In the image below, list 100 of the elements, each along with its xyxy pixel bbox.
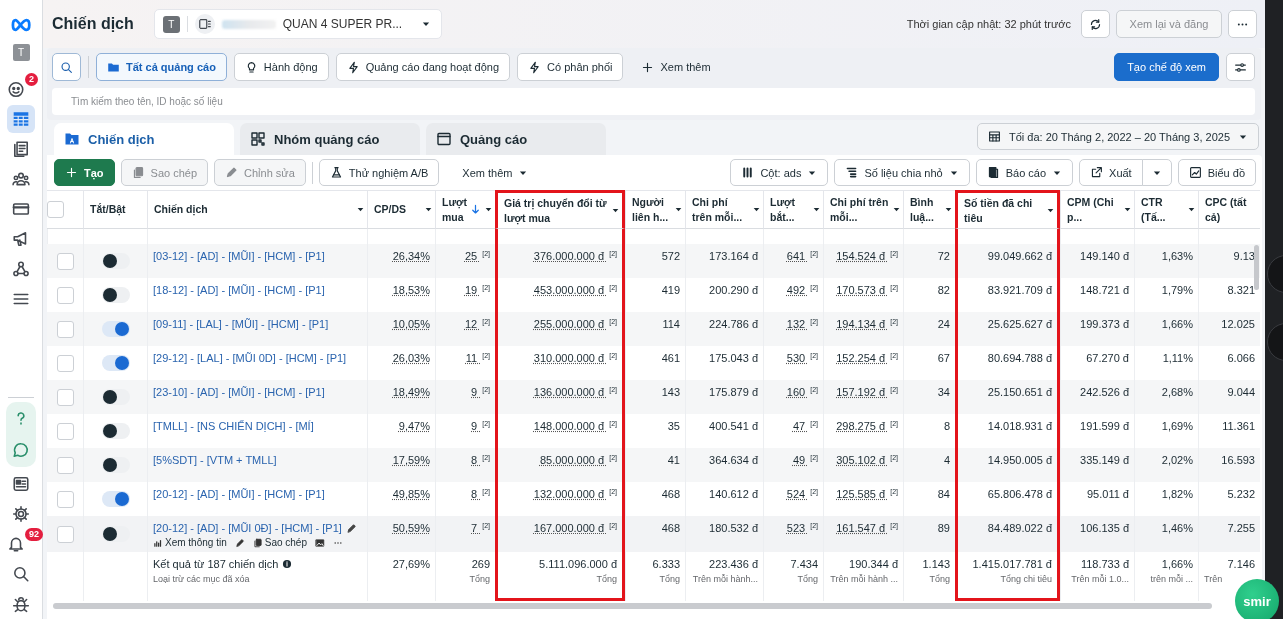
campaign-link[interactable]: [20-12] - [AD] - [MŨI 0Đ] - [HCM] - [P1]: [153, 522, 342, 534]
campaign-link[interactable]: [18-12] - [AD] - [MŨI] - [HCM] - [P1]: [153, 284, 325, 296]
table-cell: 175.879 đ: [709, 386, 758, 398]
date-range-button[interactable]: Tối đa: 20 Tháng 2, 2022 – 20 Tháng 3, 2025: [977, 123, 1259, 150]
table-cell: 468: [661, 522, 680, 534]
checkbox[interactable]: [56, 490, 74, 508]
columns-button[interactable]: Cột: ads: [730, 159, 829, 186]
table-cell: 364.634 đ: [709, 454, 758, 466]
toggle-switch[interactable]: [101, 491, 130, 507]
table-cell: 67: [937, 352, 950, 364]
pencil-icon[interactable]: [345, 522, 357, 534]
table-cell: 453.000.000 đ $^{[2]}$: [533, 284, 617, 296]
table-cell: 1,63%: [1161, 250, 1193, 262]
more-button[interactable]: Xem thêm: [451, 159, 540, 186]
checkbox[interactable]: [56, 286, 74, 304]
toggle-switch[interactable]: [101, 389, 130, 405]
total-label: Trên mỗi hành...: [691, 574, 758, 584]
table-cell: 524 $^{[2]}$: [786, 488, 818, 500]
search-icon: [60, 60, 73, 74]
table-icon[interactable]: [7, 105, 35, 133]
toggle-switch[interactable]: [101, 457, 130, 473]
chart-button[interactable]: Biểu đồ: [1177, 159, 1256, 186]
campaign-link[interactable]: [29-12] - [LAL] - [MŨI 0D] - [HCM] - [P1]: [153, 352, 347, 364]
caret-icon: [812, 205, 821, 214]
campaign-link[interactable]: [TMLL] - [NS CHIẾN DỊCH] - [MÍ]: [153, 420, 314, 432]
columns-icon: [741, 166, 755, 179]
checkbox[interactable]: [56, 354, 74, 372]
toggle-switch[interactable]: [101, 355, 130, 371]
toggle-switch[interactable]: [101, 321, 130, 337]
checkbox[interactable]: [56, 320, 74, 338]
campaign-link[interactable]: [5%SDT] - [VTM + TMLL]: [153, 454, 277, 466]
checkbox[interactable]: [56, 388, 74, 406]
checkbox[interactable]: [56, 525, 74, 543]
bell-icon[interactable]: [7, 535, 25, 553]
breakdown-button[interactable]: Số liệu chia nhỏ: [834, 159, 970, 186]
create-button[interactable]: Tạo: [54, 159, 115, 186]
table-cell: 9,47%: [398, 420, 430, 432]
caret-icon: [674, 205, 683, 214]
toggle-switch[interactable]: [101, 253, 130, 269]
table-cell: 72: [937, 250, 950, 262]
reports-button[interactable]: Báo cáo: [975, 159, 1074, 186]
total-label: Tổng: [468, 574, 490, 584]
copy-link[interactable]: Sao chép: [252, 537, 307, 548]
search-field[interactable]: Tìm kiếm theo tên, ID hoặc số liệu: [52, 88, 1255, 115]
table-cell: 67.270 đ: [1086, 352, 1129, 364]
checkbox[interactable]: [56, 422, 74, 440]
tab[interactable]: Chiến dịch: [54, 123, 234, 155]
refresh-icon: [1089, 17, 1102, 31]
smiley-icon[interactable]: [7, 80, 25, 98]
filter-chip[interactable]: Xem thêm: [630, 53, 722, 81]
settings-button[interactable]: [1226, 53, 1255, 81]
table-cell: 85.000.000 đ $^{[2]}$: [539, 454, 617, 466]
filter-chip[interactable]: Có phân phối: [517, 53, 624, 81]
table-cell: 132.000.000 đ $^{[2]}$: [533, 488, 617, 500]
create-view-button[interactable]: Tạo chế độ xem: [1114, 53, 1219, 81]
checkbox[interactable]: [56, 456, 74, 474]
table-cell: 7.255: [1227, 522, 1255, 534]
table-cell: 136.000.000 đ $^{[2]}$: [533, 386, 617, 398]
view-info-link[interactable]: Xem thông tin: [153, 537, 227, 548]
scrollbar[interactable]: [1254, 245, 1259, 290]
export-icon: [1090, 166, 1104, 179]
table-cell: 12.025: [1221, 318, 1255, 330]
toggle-switch[interactable]: [101, 423, 130, 439]
filter-chip[interactable]: Quảng cáo đang hoạt động: [335, 53, 511, 81]
abtest-button[interactable]: Thử nghiệm A/B: [318, 159, 440, 186]
table-cell: 14.018.931 đ: [987, 420, 1052, 432]
table-cell: 25.150.651 đ: [987, 386, 1052, 398]
table-cell: 18,49%: [392, 386, 430, 398]
refresh-button[interactable]: [1081, 10, 1110, 38]
tab[interactable]: Quảng cáo: [426, 123, 606, 155]
column-header[interactable]: Tắt/Bật: [90, 203, 126, 215]
table-cell: 173.164 đ: [709, 250, 758, 262]
table-cell: 24: [937, 318, 950, 330]
image-icon[interactable]: [315, 537, 325, 548]
filter-chip[interactable]: Hành động: [233, 53, 329, 81]
total-value: 223.436 đ: [708, 558, 758, 570]
pencil-icon[interactable]: [234, 537, 245, 548]
account-selector[interactable]: T QUAN 4 SUPER PR...: [153, 9, 443, 39]
checkbox[interactable]: [47, 201, 64, 218]
campaign-link[interactable]: [20-12] - [AD] - [MŨI] - [HCM] - [P1]: [153, 488, 325, 500]
folder-icon: [64, 131, 80, 147]
table-cell: 14.950.005 đ: [987, 454, 1052, 466]
table-cell: 9.13: [1233, 250, 1255, 262]
scrollbar[interactable]: [53, 603, 1212, 609]
table-cell: 125.585 đ $^{[2]}$: [836, 488, 898, 500]
table-cell: 8 $^{[2]}$: [471, 454, 490, 466]
sort-arrow-icon: [470, 204, 481, 215]
checkbox[interactable]: [56, 252, 74, 270]
export-button[interactable]: Xuất: [1079, 159, 1143, 186]
tab[interactable]: Nhóm quảng cáo: [240, 123, 420, 155]
total-label: Tổng: [796, 574, 818, 584]
toggle-switch[interactable]: [101, 526, 130, 542]
filter-chip[interactable]: Tất cả quảng cáo: [96, 53, 227, 81]
caret-icon: [944, 205, 953, 214]
lightning-icon: [528, 60, 542, 74]
table-cell: 99.049.662 đ: [987, 250, 1052, 262]
table-cell: 419: [661, 284, 680, 296]
toggle-switch[interactable]: [101, 287, 130, 303]
total-label: Trên mỗi hành ...: [829, 574, 898, 584]
search-button[interactable]: [52, 53, 81, 81]
